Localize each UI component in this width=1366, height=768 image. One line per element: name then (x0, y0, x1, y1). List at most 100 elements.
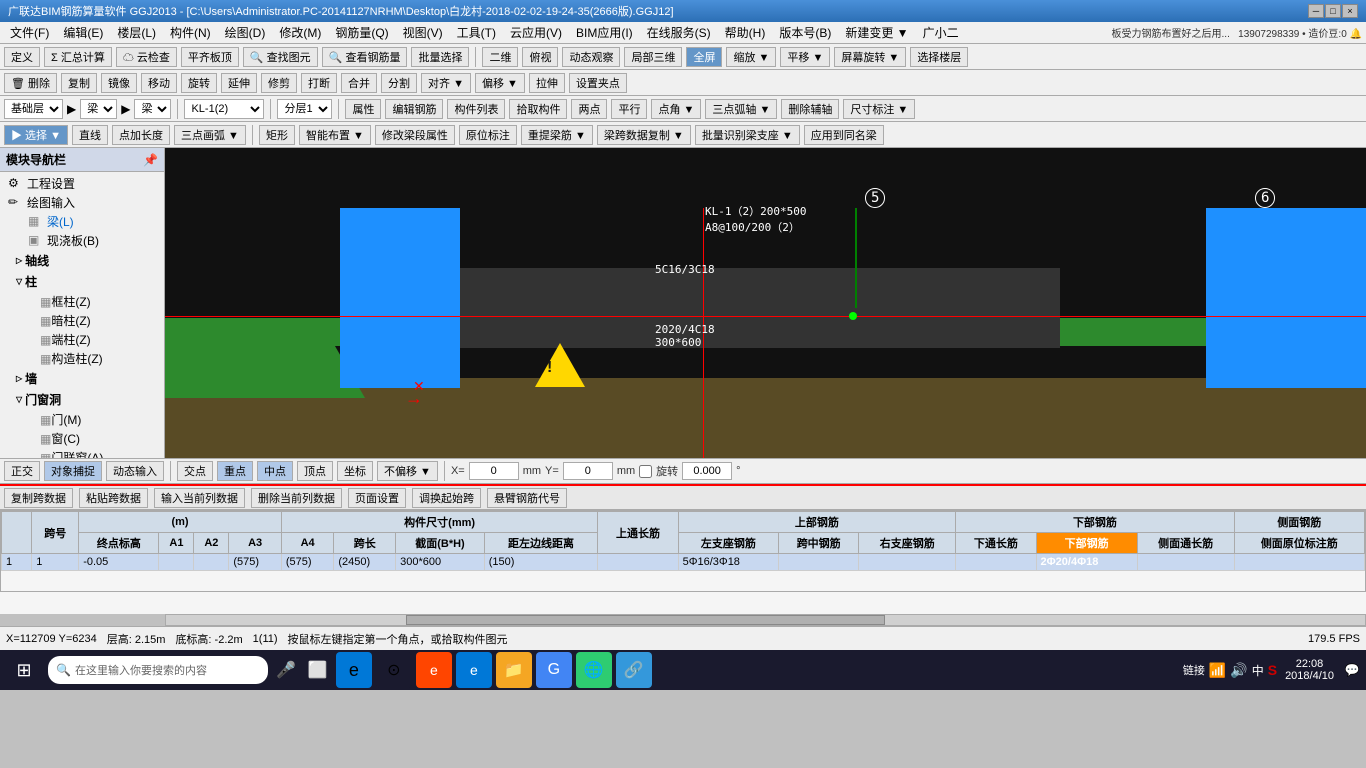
btn-ortho[interactable]: 正交 (4, 461, 40, 481)
btn-cantilever[interactable]: 悬臂钢筋代号 (487, 488, 567, 508)
notification-button[interactable]: 💬 (1342, 652, 1362, 688)
sidebar-item-beam[interactable]: ▦ 梁(L) (12, 212, 160, 231)
sidebar-group-column[interactable]: ▽ 柱 (12, 271, 160, 292)
btn-coord[interactable]: 坐标 (337, 461, 373, 481)
btn-editrebar[interactable]: 编辑钢筋 (385, 99, 443, 119)
taskview-button[interactable]: ⬜ (304, 656, 332, 684)
btn-topview[interactable]: 俯视 (522, 47, 558, 67)
btn-calculate[interactable]: Σ 汇总计算 (44, 47, 112, 67)
btn-inputcol[interactable]: 输入当前列数据 (154, 488, 245, 508)
sidebar-item-endcol[interactable]: ▦ 端柱(Z) (12, 330, 160, 349)
td-sidethr[interactable] (1137, 554, 1234, 571)
btn-twopoint[interactable]: 两点 (571, 99, 607, 119)
btn-parallel[interactable]: 平行 (611, 99, 647, 119)
td-spanlen[interactable]: (2450) (334, 554, 396, 571)
td-a4[interactable]: (575) (281, 554, 334, 571)
btn-midpoint[interactable]: 重点 (217, 461, 253, 481)
btn-batchsel[interactable]: 批量选择 (411, 47, 469, 67)
btn-pagesetup[interactable]: 页面设置 (348, 488, 406, 508)
btn-line[interactable]: 直线 (72, 125, 108, 145)
id-select[interactable]: KL-1(2) (184, 99, 264, 119)
menu-bim[interactable]: BIM应用(I) (570, 22, 639, 43)
btn-smartplace[interactable]: 智能布置 ▼ (299, 125, 371, 145)
hscroll-thumb[interactable] (406, 615, 886, 625)
minimize-button[interactable]: ─ (1308, 4, 1324, 18)
btn-arc3[interactable]: 三点画弧 ▼ (174, 125, 246, 145)
menu-version[interactable]: 版本号(B) (773, 22, 837, 43)
sidebar-group-opening[interactable]: ▽ 门窗洞 (12, 389, 160, 410)
sidebar-item-slab[interactable]: ▣ 现浇板(B) (12, 231, 160, 250)
td-dist[interactable]: (150) (484, 554, 598, 571)
btn-delaux[interactable]: 删除辅轴 (781, 99, 839, 119)
taskbar-app1[interactable]: e (336, 652, 372, 688)
btn-align[interactable]: 对齐 ▼ (421, 73, 471, 93)
btn-snapobj[interactable]: 对象捕捉 (44, 461, 102, 481)
table-row[interactable]: 1 1 -0.05 (575) (575) (2450) 300*600 (15… (2, 554, 1365, 571)
sidebar-group-axis[interactable]: ▷ 轴线 (12, 250, 160, 271)
btn-viewrebar[interactable]: 🔍 查看钢筋量 (322, 47, 408, 67)
btn-dimension[interactable]: 尺寸标注 ▼ (843, 99, 915, 119)
taskbar-app3[interactable]: e (416, 652, 452, 688)
sidebar-group-wall[interactable]: ▷ 墙 (12, 368, 160, 389)
btn-pan[interactable]: 平移 ▼ (780, 47, 830, 67)
taskbar-app7[interactable]: 🌐 (576, 652, 612, 688)
td-mid[interactable] (779, 554, 859, 571)
data-table-container[interactable]: 跨号 (m) 构件尺寸(mm) 上通长筋 上部钢筋 下部钢筋 侧面钢筋 终点标高… (0, 510, 1366, 592)
btn-delete[interactable]: 🗑 删除 (4, 73, 57, 93)
tray-ime2[interactable]: S (1268, 662, 1277, 678)
sidebar-item-constrcol[interactable]: ▦ 构造柱(Z) (12, 349, 160, 368)
btn-levelboard[interactable]: 平齐板顶 (181, 47, 239, 67)
btn-repickbeam[interactable]: 重提梁筋 ▼ (521, 125, 593, 145)
btn-delcol[interactable]: 删除当前列数据 (251, 488, 342, 508)
hscrollbar[interactable] (165, 614, 1366, 626)
menu-help[interactable]: 帮助(H) (719, 22, 772, 43)
td-a2[interactable] (194, 554, 229, 571)
td-topthr[interactable] (598, 554, 678, 571)
tray-volume-icon[interactable]: 🔊 (1230, 662, 1247, 679)
tray-ime[interactable]: 中 (1252, 662, 1264, 679)
btn-applysame[interactable]: 应用到同名梁 (804, 125, 884, 145)
menu-rebar[interactable]: 钢筋量(Q) (329, 22, 394, 43)
td-endheight[interactable]: -0.05 (79, 554, 159, 571)
btn-offset[interactable]: 偏移 ▼ (475, 73, 525, 93)
btn-rotate[interactable]: 旋转 (181, 73, 217, 93)
btn-mirror[interactable]: 镜像 (101, 73, 137, 93)
td-leftseat[interactable]: 5Φ16/3Φ18 (678, 554, 778, 571)
td-a1[interactable] (159, 554, 194, 571)
close-button[interactable]: × (1342, 4, 1358, 18)
menu-view[interactable]: 视图(V) (397, 22, 449, 43)
x-input[interactable] (469, 462, 519, 480)
btn-partial3d[interactable]: 局部三维 (624, 47, 682, 67)
search-box[interactable]: 🔍 在这里输入你要搜索的内容 (48, 656, 268, 684)
btn-rect[interactable]: 矩形 (259, 125, 295, 145)
td-a3[interactable]: (575) (229, 554, 282, 571)
td-rightseat[interactable] (859, 554, 956, 571)
btn-stretch[interactable]: 拉伸 (529, 73, 565, 93)
btn-move[interactable]: 移动 (141, 73, 177, 93)
menu-component[interactable]: 构件(N) (164, 22, 217, 43)
btn-pastespan[interactable]: 粘贴跨数据 (79, 488, 148, 508)
btn-select[interactable]: ▶ 选择 ▼ (4, 125, 68, 145)
btn-vertex[interactable]: 顶点 (297, 461, 333, 481)
taskbar-app4[interactable]: e (456, 652, 492, 688)
rotate-input[interactable] (682, 462, 732, 480)
tray-network-icon[interactable]: 📶 (1209, 662, 1226, 679)
sidebar-item-window[interactable]: ▦ 窗(C) (12, 429, 160, 448)
td-section[interactable]: 300*600 (396, 554, 485, 571)
elem-select[interactable]: 梁 (134, 99, 171, 119)
sidebar-item-door[interactable]: ▦ 门(M) (12, 410, 160, 429)
sidebar-item-projsettings[interactable]: ⚙ 工程设置 (4, 174, 160, 193)
btn-origannot[interactable]: 原位标注 (459, 125, 517, 145)
taskbar-app6[interactable]: G (536, 652, 572, 688)
mic-icon[interactable]: 🎤 (272, 656, 300, 684)
btn-copyspan[interactable]: 复制跨数据 (4, 488, 73, 508)
btn-selectfloor[interactable]: 选择楼层 (910, 47, 968, 67)
menu-edit[interactable]: 编辑(E) (57, 22, 109, 43)
btn-swapstart[interactable]: 调换起始跨 (412, 488, 481, 508)
btn-setgrip[interactable]: 设置夹点 (569, 73, 627, 93)
btn-findelem[interactable]: 🔍 查找图元 (243, 47, 318, 67)
rotate-checkbox[interactable] (639, 465, 652, 478)
btn-split[interactable]: 分割 (381, 73, 417, 93)
taskbar-app8[interactable]: 🔗 (616, 652, 652, 688)
maximize-button[interactable]: □ (1325, 4, 1341, 18)
